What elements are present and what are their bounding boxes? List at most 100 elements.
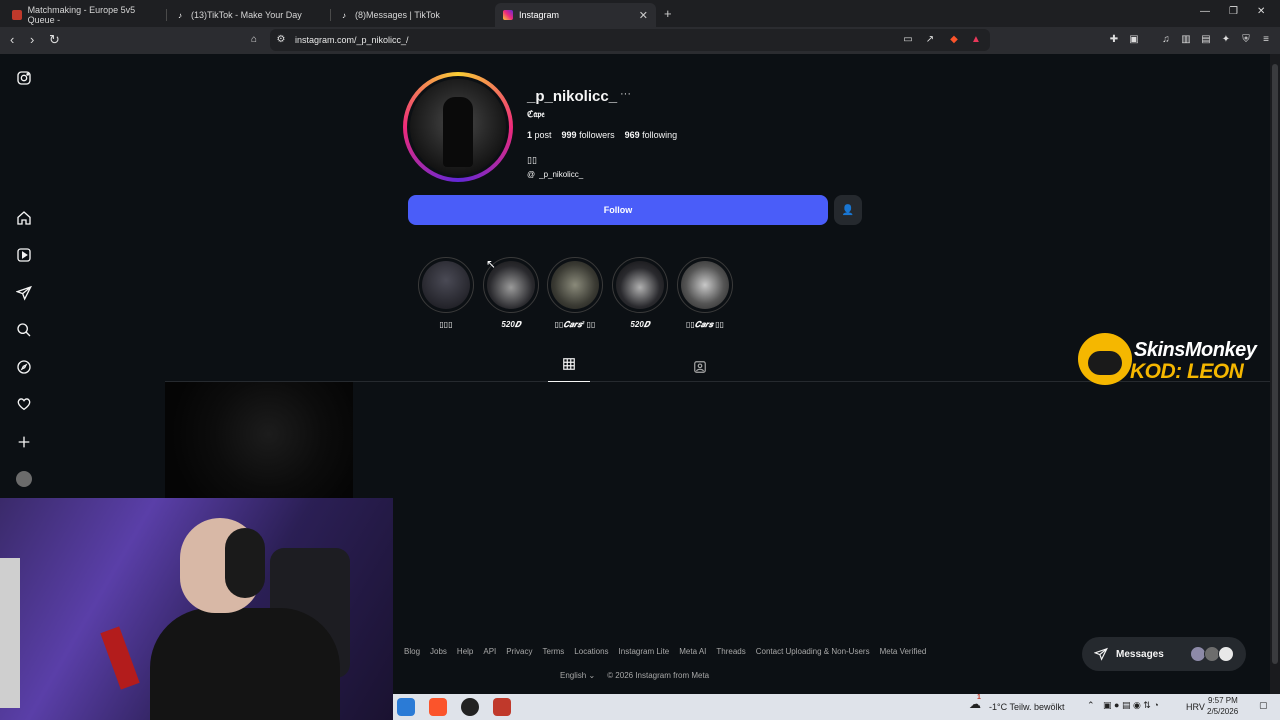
tiktok-icon: ♪ [178, 10, 182, 20]
address-bar[interactable]: ⚙ instagram.com/_p_nikolicc_/ ▭ ↗ ◆ ▲ [270, 29, 990, 51]
chevron-up-icon[interactable]: ⌃ [1087, 700, 1095, 711]
edge-taskbar-icon[interactable] [397, 698, 415, 716]
messages-button[interactable]: Messages [1082, 637, 1246, 671]
grid-icon [563, 358, 575, 370]
tab-posts[interactable] [548, 357, 590, 382]
story-highlight[interactable]: ▯▯𝑪𝒂𝒓𝒔² ▯▯ [546, 257, 604, 330]
sponsor-logo: SkinsMonkey KOD: LEON [1078, 333, 1273, 385]
weather-text[interactable]: -1°C Teilw. bewölkt [989, 702, 1064, 712]
media-icon[interactable]: ♫ [1160, 34, 1172, 46]
footer-link-contact-uploading[interactable]: Contact Uploading & Non-Users [756, 647, 870, 656]
footer-link-locations[interactable]: Locations [574, 647, 608, 656]
profile-username: _p_nikolicc_ [527, 88, 618, 105]
tab-tagged[interactable] [690, 357, 710, 377]
webcam-headset [225, 528, 265, 598]
cast-icon[interactable]: ▭ [902, 34, 914, 46]
reload-icon[interactable]: ↻ [49, 33, 60, 47]
close-tab-icon[interactable]: ✕ [639, 9, 648, 22]
instagram-logo-icon[interactable] [16, 70, 32, 86]
post-thumbnail[interactable] [165, 382, 353, 498]
followers-stat[interactable]: 999 followers [562, 130, 615, 140]
clock-time[interactable]: 9:57 PM [1208, 696, 1238, 705]
language-label: English [560, 671, 587, 680]
highlight-cover [681, 261, 729, 309]
threads-link[interactable]: @ _p_nikolicc_ [527, 170, 583, 179]
footer-link-meta-verified[interactable]: Meta Verified [880, 647, 927, 656]
direct-icon [1094, 647, 1108, 661]
followers-count: 999 [561, 130, 577, 140]
footer-link-threads[interactable]: Threads [716, 647, 745, 656]
tab-matchmaking[interactable]: Matchmaking - Europe 5v5 Queue - [4, 3, 164, 27]
copyright: © 2026 Instagram from Meta [607, 671, 710, 680]
avatar-image [410, 79, 506, 175]
brave-taskbar-icon[interactable] [429, 698, 447, 716]
wallet-icon[interactable]: ▣ [1128, 34, 1140, 46]
back-icon[interactable]: ‹ [10, 33, 14, 47]
highlight-label: ▯▯▯ [439, 320, 453, 329]
highlight-ring [547, 257, 603, 313]
footer-link-meta-ai[interactable]: Meta AI [679, 647, 706, 656]
follow-button[interactable]: Follow [408, 195, 828, 225]
brave-shields-icon[interactable]: ◆ [948, 34, 960, 46]
tab-tiktok-messages[interactable]: ♪ (8)Messages | TikTok [331, 3, 491, 27]
chevron-down-icon: ⌄ [588, 671, 596, 680]
create-icon[interactable] [16, 434, 32, 450]
story-highlight[interactable]: ▯▯𝑪𝒂𝒓𝒔 ▯▯ [676, 257, 734, 330]
extensions-icon[interactable]: ✚ [1108, 34, 1120, 46]
explore-icon[interactable] [16, 359, 32, 375]
posts-stat: 1 post [527, 130, 552, 140]
suggested-users-button[interactable]: 👤 [834, 195, 862, 225]
heart-icon[interactable] [16, 396, 32, 412]
wallet-card-icon[interactable]: ▤ [1200, 34, 1212, 46]
footer-link-help[interactable]: Help [457, 647, 473, 656]
share-icon[interactable]: ↗ [924, 34, 936, 46]
monkey-face [1088, 351, 1122, 375]
footer-link-terms[interactable]: Terms [543, 647, 565, 656]
tab-tiktok[interactable]: ♪ (13)TikTok - Make Your Day [167, 3, 327, 27]
more-options-icon[interactable]: ··· [620, 88, 631, 100]
forward-icon[interactable]: › [30, 33, 34, 47]
tray-icons[interactable]: ▣ ● ▤ ◉ ⇅ ◔ [1103, 700, 1159, 711]
profile-avatar-icon[interactable] [16, 471, 32, 487]
new-tab-button[interactable]: + [664, 6, 672, 21]
messages-label: Messages [1116, 648, 1164, 660]
windows-taskbar: ☁ 1 -1°C Teilw. bewölkt ⌃ ▣ ● ▤ ◉ ⇅ ◔ HR… [393, 694, 1280, 720]
close-window-icon[interactable]: ✕ [1257, 6, 1265, 17]
search-icon[interactable] [16, 322, 32, 338]
browser-toolbar: ‹ › ↻ ⌂ ⚙ instagram.com/_p_nikolicc_/ ▭ … [0, 27, 1280, 54]
footer-link-jobs[interactable]: Jobs [430, 647, 447, 656]
bookmark-icon[interactable]: ⌂ [248, 34, 260, 46]
brave-rewards-icon[interactable]: ▲ [970, 34, 982, 46]
footer-link-blog[interactable]: Blog [404, 647, 420, 656]
restore-icon[interactable]: ❐ [1229, 6, 1238, 17]
story-highlight[interactable]: ▯▯▯ [417, 257, 475, 329]
obs-taskbar-icon[interactable] [461, 698, 479, 716]
keyboard-language[interactable]: HRV [1186, 702, 1205, 712]
site-info-icon[interactable]: ⚙ [275, 34, 287, 46]
leo-ai-icon[interactable]: ✦ [1220, 34, 1232, 46]
vpn-icon[interactable]: ⛨ [1240, 34, 1252, 46]
reels-icon[interactable] [16, 247, 32, 263]
footer-link-privacy[interactable]: Privacy [506, 647, 532, 656]
tab-instagram[interactable]: Instagram ✕ [495, 3, 656, 27]
highlight-cover [616, 261, 664, 309]
notification-badge: 1 [977, 694, 981, 701]
home-icon[interactable] [16, 210, 32, 226]
clock-date[interactable]: 2/5/2026 [1207, 707, 1238, 716]
story-highlight[interactable]: 520𝑫 [611, 257, 669, 330]
profile-avatar[interactable] [403, 72, 513, 182]
footer-link-instagram-lite[interactable]: Instagram Lite [619, 647, 670, 656]
direct-icon[interactable] [15, 285, 32, 301]
footer-link-api[interactable]: API [483, 647, 496, 656]
sidebar-toggle-icon[interactable]: ▥ [1180, 34, 1192, 46]
tab-title: (13)TikTok - Make Your Day [191, 10, 302, 20]
webcam-overlay [0, 498, 393, 720]
minimize-icon[interactable]: — [1200, 6, 1210, 17]
faceit-taskbar-icon[interactable] [493, 698, 511, 716]
menu-icon[interactable]: ≡ [1260, 34, 1272, 46]
notification-center-icon[interactable]: ▢ [1259, 700, 1268, 711]
following-stat[interactable]: 969 following [625, 130, 678, 140]
language-select[interactable]: English ⌄ [560, 671, 595, 680]
screen: Matchmaking - Europe 5v5 Queue - ♪ (13)T… [0, 0, 1280, 720]
tab-title: (8)Messages | TikTok [355, 10, 440, 20]
